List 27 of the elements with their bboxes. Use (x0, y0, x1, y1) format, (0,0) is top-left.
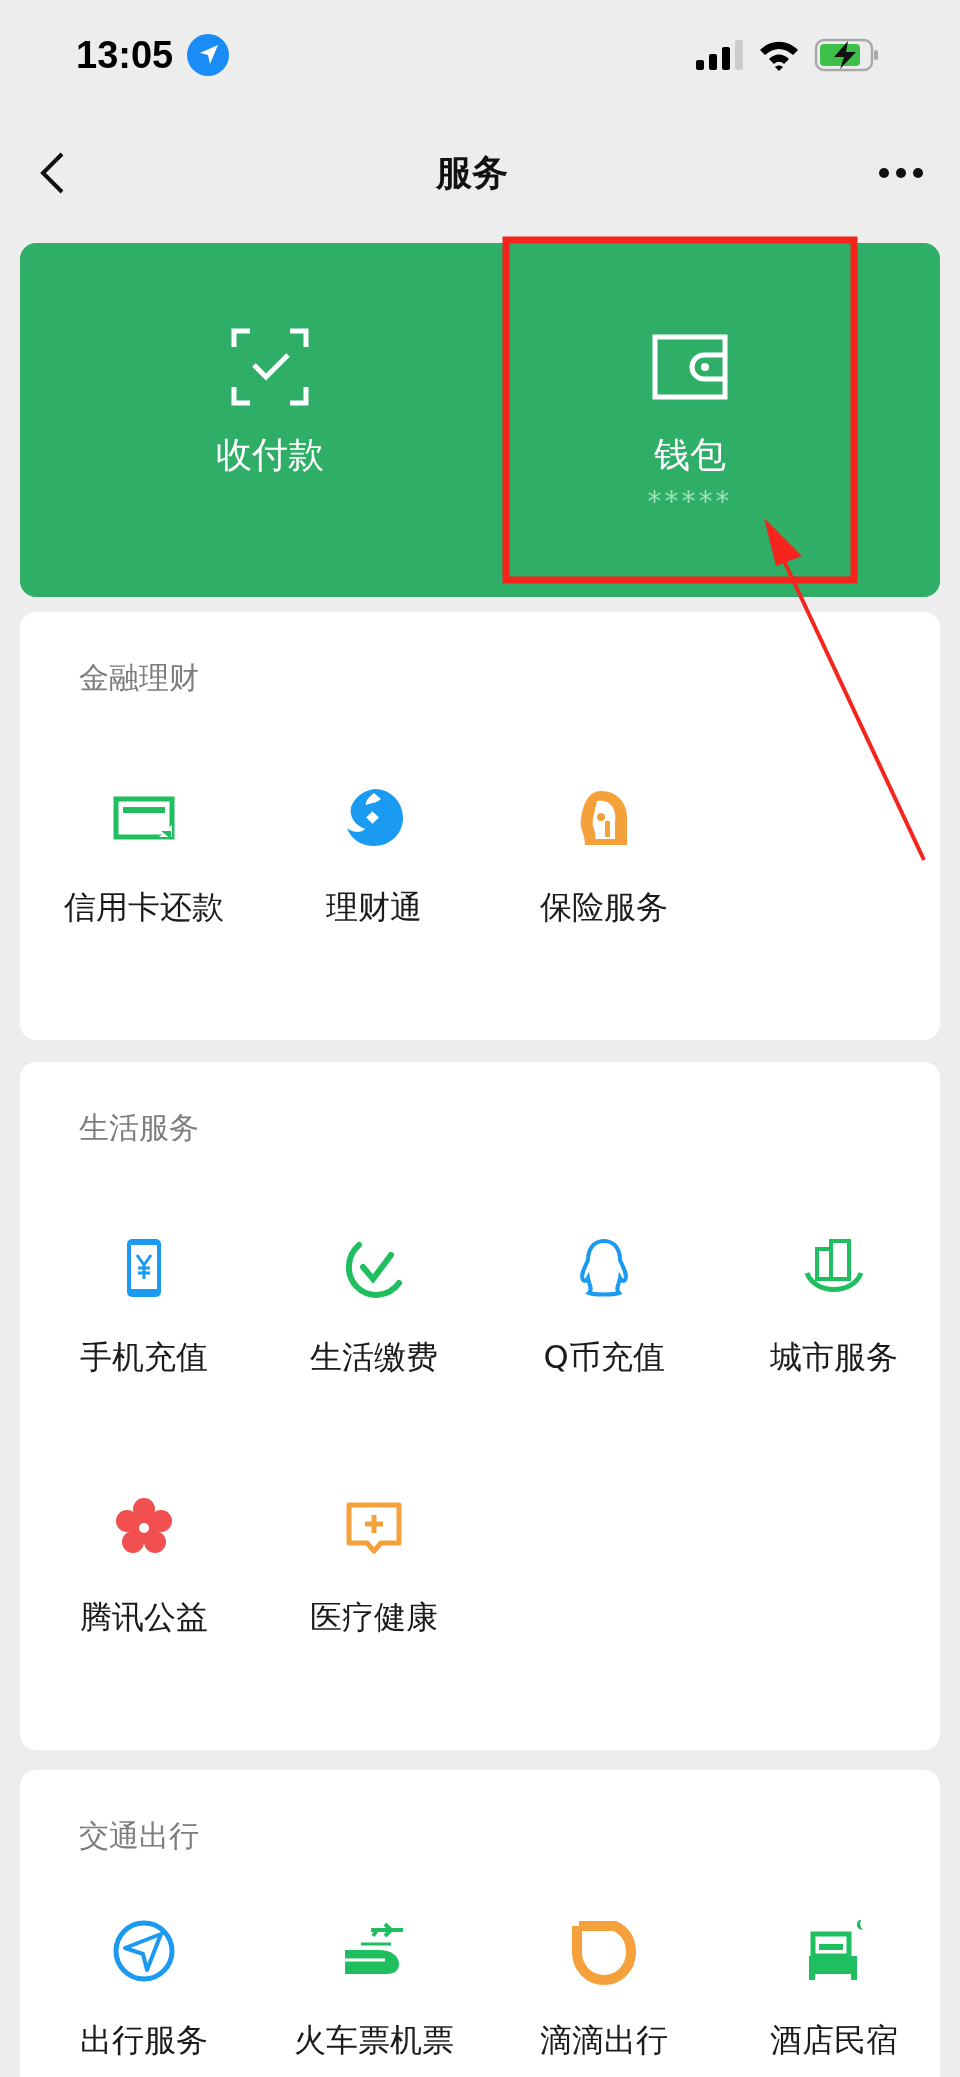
service-item[interactable]: 手机充值 (80, 1233, 208, 1375)
service-item[interactable]: 出行服务 (80, 1916, 208, 2058)
back-button[interactable] (38, 151, 66, 195)
service-item[interactable]: 理财通 (326, 783, 422, 925)
more-button[interactable] (878, 167, 924, 179)
status-time: 13:05 (76, 33, 174, 77)
service-item[interactable]: 腾讯公益 (80, 1493, 208, 1635)
back-icon (38, 151, 66, 195)
service-item[interactable]: 酒店民宿 (770, 1916, 898, 2058)
battery-charging-icon (814, 38, 880, 72)
service-item[interactable]: 生活缴费 (310, 1233, 438, 1375)
service-item[interactable]: 保险服务 (540, 783, 668, 925)
service-item[interactable]: 信用卡还款 (64, 783, 224, 925)
wifi-icon (758, 39, 800, 71)
more-icon (878, 167, 924, 179)
service-item[interactable]: 滴滴出行 (540, 1916, 668, 2058)
service-item[interactable]: 医疗健康 (310, 1493, 438, 1635)
scan-check-icon (230, 327, 310, 407)
location-icon (187, 34, 230, 76)
section-title: 交通出行 (79, 1818, 199, 1854)
service-item[interactable]: 城市服务 (770, 1233, 898, 1375)
service-item[interactable]: Q币充值 (543, 1233, 665, 1375)
signal-icon (696, 40, 744, 70)
page-title: 服务 (436, 150, 508, 195)
section-title: 生活服务 (79, 1110, 199, 1146)
section-title: 金融理财 (79, 660, 199, 696)
service-item[interactable]: 火车票机票 (294, 1916, 454, 2058)
